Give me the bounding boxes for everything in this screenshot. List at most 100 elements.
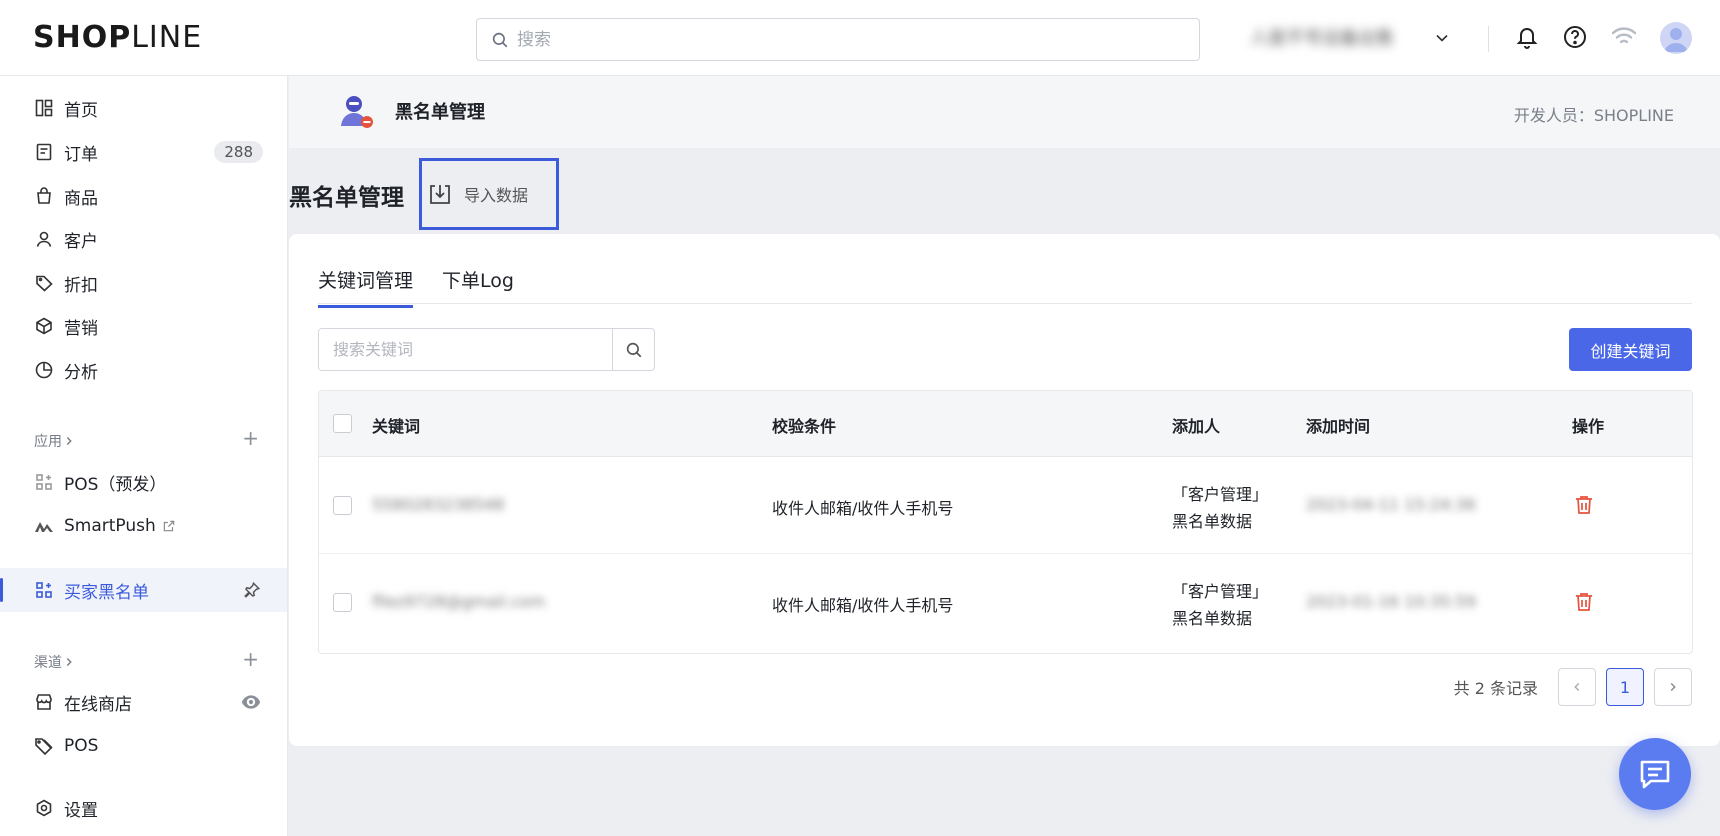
main-content: 黑名单管理 开发人员：SHOPLINE 黑名单管理 导入数据 关键词管理 下单L… <box>289 76 1720 836</box>
column-actions: 操作 <box>1572 417 1605 436</box>
search-icon <box>492 32 508 47</box>
marketing-icon <box>34 316 54 336</box>
add-app-button[interactable]: + <box>242 426 259 450</box>
sidebar-item-customers[interactable]: 客户 <box>0 217 287 261</box>
sidebar-item-online-store[interactable]: 在线商店 <box>0 680 287 724</box>
import-data-button[interactable]: 导入数据 <box>419 158 559 230</box>
tab-bar: 关键词管理 下单Log <box>318 260 1692 308</box>
keyword-cell: 5580283238548 <box>372 495 505 514</box>
tab-order-log[interactable]: 下单Log <box>442 266 514 305</box>
global-search-input[interactable] <box>517 29 1117 50</box>
store-name[interactable]: 人是不号设备出售 <box>1250 24 1394 50</box>
developer-label: 开发人员：SHOPLINE <box>1513 106 1674 125</box>
channels-section-label[interactable]: 渠道 <box>34 652 76 672</box>
top-bar: SHOPLINE 人是不号设备出售 <box>0 0 1720 76</box>
chevron-left-icon <box>1574 683 1580 691</box>
customers-icon <box>34 229 54 249</box>
table-header: 关键词 校验条件 添加人 添加时间 操作 <box>319 391 1692 457</box>
analytics-icon <box>34 360 54 380</box>
chevron-right-icon <box>1670 683 1676 691</box>
blacklist-app-icon <box>341 96 373 128</box>
sidebar-item-home[interactable]: 首页 <box>0 86 287 130</box>
orders-count-badge: 288 <box>214 141 263 163</box>
chevron-right-icon <box>66 437 72 445</box>
sidebar: 首页 订单 288 商品 客户 折扣 营销 分析 应用 + POS（预发） Sm… <box>0 76 288 836</box>
help-icon[interactable] <box>1562 24 1588 50</box>
table-row: 5580283238548 收件人邮箱/收件人手机号 「客户管理」 黑名单数据 … <box>319 457 1692 554</box>
app-header: 黑名单管理 开发人员：SHOPLINE <box>289 76 1720 148</box>
smartpush-icon <box>34 516 54 536</box>
column-condition: 校验条件 <box>772 417 837 436</box>
tab-keyword-management[interactable]: 关键词管理 <box>318 266 414 308</box>
row-checkbox[interactable] <box>333 593 352 612</box>
page-title: 黑名单管理 <box>289 185 404 211</box>
chevron-down-icon[interactable] <box>1432 28 1452 48</box>
condition-cell: 收件人邮箱/收件人手机号 <box>772 596 954 615</box>
products-icon <box>34 186 54 206</box>
divider <box>1488 26 1489 52</box>
pos-icon <box>34 736 54 756</box>
add-channel-button[interactable]: + <box>242 647 259 671</box>
adder-cell-line2: 黑名单数据 <box>1172 512 1253 531</box>
total-records: 共 2 条记录 <box>1453 679 1538 698</box>
dashboard-icon <box>34 98 54 118</box>
column-time: 添加时间 <box>1306 417 1371 436</box>
next-page-button[interactable] <box>1654 668 1692 706</box>
keyword-cell: fllez9728@gmail.com <box>372 592 546 611</box>
pin-icon[interactable] <box>243 581 261 599</box>
sidebar-item-orders[interactable]: 订单 288 <box>0 130 287 174</box>
bell-icon[interactable] <box>1515 24 1539 50</box>
keyword-table: 关键词 校验条件 添加人 添加时间 操作 5580283238548 收件人邮箱… <box>318 390 1693 654</box>
settings-icon <box>34 798 54 818</box>
column-keyword: 关键词 <box>372 417 421 436</box>
select-all-checkbox[interactable] <box>333 414 352 433</box>
keyword-card: 关键词管理 下单Log 创建关键词 关键词 校验条件 添加人 添加时间 操作 5… <box>289 234 1720 746</box>
sidebar-item-discounts[interactable]: 折扣 <box>0 261 287 305</box>
condition-cell: 收件人邮箱/收件人手机号 <box>772 499 954 518</box>
adder-cell-line2: 黑名单数据 <box>1172 609 1253 628</box>
app-title: 黑名单管理 <box>395 102 485 123</box>
eye-icon[interactable] <box>241 694 261 710</box>
time-cell: 2023-04-11 15:24:36 <box>1306 495 1476 514</box>
chevron-right-icon <box>66 658 72 666</box>
table-row: fllez9728@gmail.com 收件人邮箱/收件人手机号 「客户管理」 … <box>319 554 1692 651</box>
column-adder: 添加人 <box>1172 417 1221 436</box>
search-icon <box>626 342 641 357</box>
keyword-search-button[interactable] <box>612 329 654 370</box>
delete-icon[interactable] <box>1575 495 1593 515</box>
create-keyword-button[interactable]: 创建关键词 <box>1569 328 1692 371</box>
global-search[interactable] <box>476 18 1200 61</box>
keyword-search-input[interactable] <box>319 329 612 370</box>
apps-section-label[interactable]: 应用 <box>34 431 76 451</box>
sidebar-item-analytics[interactable]: 分析 <box>0 348 287 392</box>
store-icon <box>34 692 54 712</box>
sidebar-item-marketing[interactable]: 营销 <box>0 304 287 348</box>
wifi-icon <box>1611 27 1637 44</box>
keyword-search <box>318 328 655 371</box>
delete-icon[interactable] <box>1575 592 1593 612</box>
external-link-icon <box>163 520 175 532</box>
shopline-logo[interactable]: SHOPLINE <box>33 20 202 55</box>
avatar-icon <box>1664 28 1688 52</box>
prev-page-button[interactable] <box>1558 668 1596 706</box>
page-number-button[interactable]: 1 <box>1606 668 1644 706</box>
sidebar-item-settings[interactable]: 设置 <box>0 786 287 830</box>
sidebar-item-pos-preview[interactable]: POS（预发） <box>0 460 287 504</box>
chat-support-button[interactable] <box>1619 738 1691 810</box>
chat-icon <box>1640 760 1670 789</box>
adder-cell-line1: 「客户管理」 <box>1172 582 1269 601</box>
pagination: 共 2 条记录 1 <box>1454 668 1692 706</box>
orders-icon <box>34 142 54 162</box>
app-grid-icon <box>34 580 54 600</box>
app-grid-icon <box>34 472 54 492</box>
sidebar-item-buyer-blacklist[interactable]: 买家黑名单 <box>0 568 287 612</box>
sidebar-item-smartpush[interactable]: SmartPush <box>0 504 287 548</box>
sidebar-item-pos[interactable]: POS <box>0 724 287 768</box>
avatar[interactable] <box>1660 22 1692 54</box>
sidebar-item-products[interactable]: 商品 <box>0 174 287 218</box>
download-icon <box>430 185 450 204</box>
discount-icon <box>34 273 54 293</box>
row-checkbox[interactable] <box>333 496 352 515</box>
adder-cell-line1: 「客户管理」 <box>1172 485 1269 504</box>
time-cell: 2023-01-16 10:35:59 <box>1306 592 1476 611</box>
